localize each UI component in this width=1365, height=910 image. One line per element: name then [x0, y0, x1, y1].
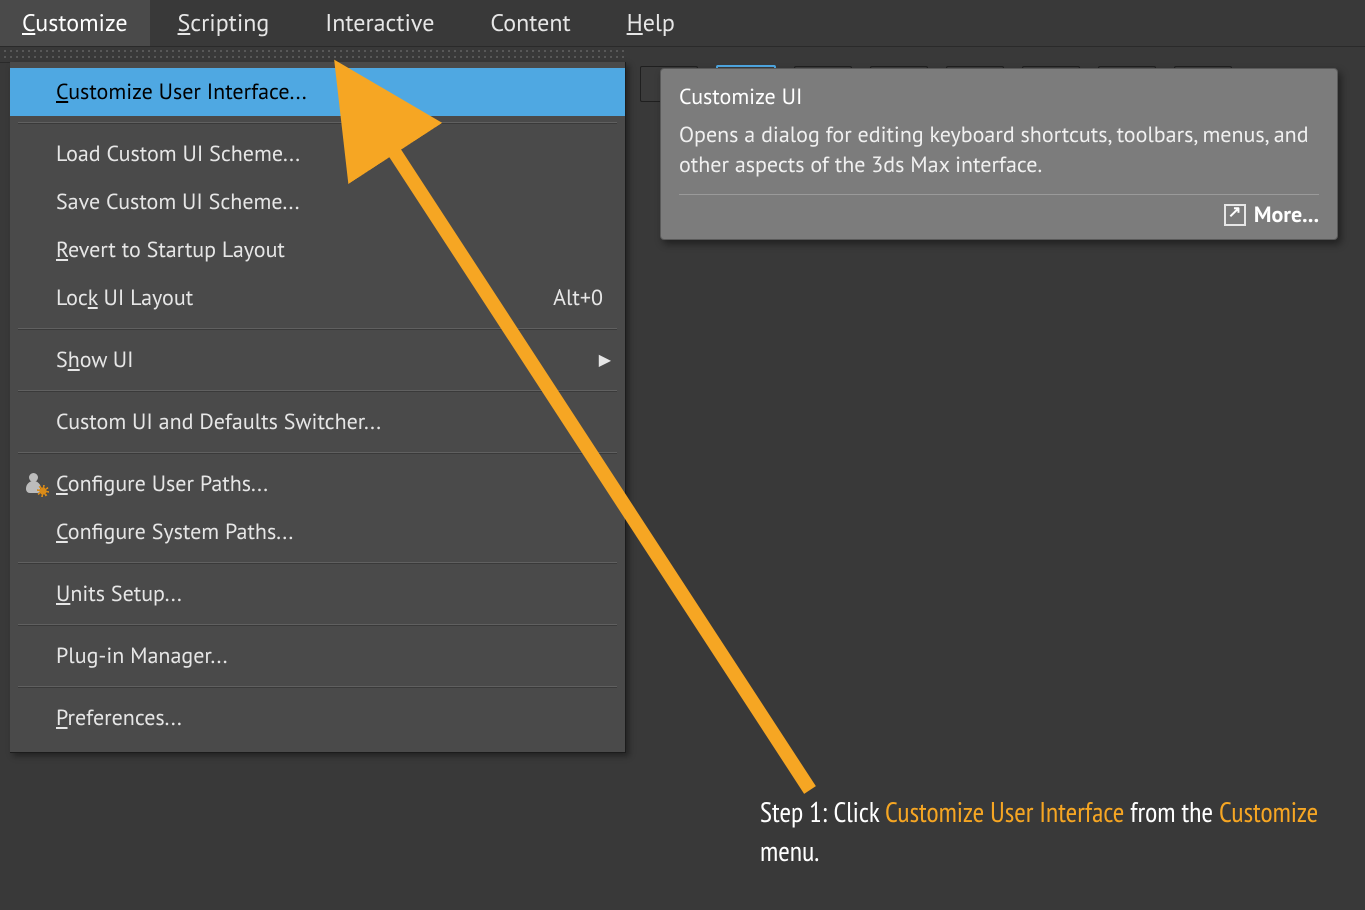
- stats-tris-b: 0: [973, 362, 1011, 396]
- stats-verts-a: 0: [868, 396, 974, 430]
- stats-tris-a: 0: [868, 362, 974, 396]
- toolbar-grip[interactable]: [0, 46, 625, 63]
- menu-item[interactable]: Configure User Paths...: [10, 460, 625, 508]
- menu-separator: [18, 624, 617, 626]
- menu-item-label: Load Custom UI Scheme...: [56, 140, 611, 168]
- customize-dropdown-menu: Customize User Interface... Load Custom U…: [10, 62, 626, 753]
- menu-separator: [18, 328, 617, 330]
- menu-item-label: Configure User Paths...: [56, 470, 611, 498]
- menu-item-label: Preferences...: [56, 704, 611, 732]
- menu-item-label: Revert to Startup Layout: [56, 236, 611, 264]
- viewport-statistics: Total Polys: 0 0 Tris: 0 0 Verts: 0 0 FP…: [782, 292, 1012, 494]
- stats-polys-a: 0: [868, 328, 974, 362]
- stats-total-label: Total: [868, 292, 974, 328]
- menu-interactive[interactable]: Interactive: [297, 0, 462, 46]
- stats-verts-b: 0: [973, 396, 1011, 430]
- tooltip-more-link[interactable]: More...: [1254, 201, 1319, 229]
- menu-item[interactable]: Show UI▶: [10, 336, 625, 384]
- menu-item[interactable]: Custom UI and Defaults Switcher...: [10, 398, 625, 446]
- stats-fps-value: 183.767: [868, 460, 974, 494]
- menu-item[interactable]: Customize User Interface...: [10, 68, 625, 116]
- menu-item-label: Customize User Interface...: [56, 78, 611, 106]
- menu-item[interactable]: Units Setup...: [10, 570, 625, 618]
- menu-bar: Customize Scripting Interactive Content …: [0, 0, 1365, 47]
- menu-item[interactable]: Plug-in Manager...: [10, 632, 625, 680]
- menu-separator: [18, 122, 617, 124]
- menu-item[interactable]: Lock UI LayoutAlt+0: [10, 274, 625, 322]
- annotation-caption: Step 1: Click Customize User Interface f…: [760, 792, 1340, 870]
- menu-item-label: Plug-in Manager...: [56, 642, 611, 670]
- menu-item[interactable]: Load Custom UI Scheme...: [10, 130, 625, 178]
- caption-prefix: Step 1: Click: [760, 793, 885, 830]
- tooltip-customize-ui: Customize UI Opens a dialog for editing …: [660, 68, 1338, 240]
- menu-item[interactable]: Revert to Startup Layout: [10, 226, 625, 274]
- menu-separator: [18, 686, 617, 688]
- tooltip-title: Customize UI: [679, 83, 1319, 111]
- menu-help[interactable]: Help: [599, 0, 703, 46]
- menu-item-shortcut: Alt+0: [553, 284, 603, 312]
- external-link-icon: [1224, 204, 1246, 226]
- menu-item-label: Custom UI and Defaults Switcher...: [56, 408, 611, 436]
- stats-polys-label: Polys:: [782, 328, 868, 362]
- tooltip-body: Opens a dialog for editing keyboard shor…: [679, 121, 1319, 180]
- menu-item-label: Show UI: [56, 346, 599, 374]
- menu-item-label: Configure System Paths...: [56, 518, 611, 546]
- caption-suffix: menu.: [760, 832, 819, 869]
- menu-content[interactable]: Content: [462, 0, 598, 46]
- menu-item-label: Lock UI Layout: [56, 284, 553, 312]
- menu-item[interactable]: Configure System Paths...: [10, 508, 625, 556]
- menu-separator: [18, 452, 617, 454]
- menu-item-label: Save Custom UI Scheme...: [56, 188, 611, 216]
- menu-customize[interactable]: Customize: [0, 0, 150, 46]
- user-paths-icon: [16, 472, 56, 496]
- stats-tris-label: Tris:: [782, 362, 868, 396]
- caption-highlight-2: Customize: [1219, 793, 1318, 830]
- menu-item-label: Units Setup...: [56, 580, 611, 608]
- stats-polys-b: 0: [973, 328, 1011, 362]
- menu-separator: [18, 562, 617, 564]
- perspective-viewport[interactable]: [ + ] [ Perspective ] [ User Defined ] […: [760, 230, 1355, 720]
- viewcube-ring[interactable]: [620, 260, 744, 384]
- submenu-arrow-icon: ▶: [599, 350, 611, 370]
- caption-highlight-1: Customize User Interface: [885, 793, 1124, 830]
- menu-item[interactable]: Save Custom UI Scheme...: [10, 178, 625, 226]
- stats-fps-label: FPS:: [782, 460, 868, 494]
- menu-item[interactable]: Preferences...: [10, 694, 625, 742]
- menu-scripting[interactable]: Scripting: [150, 0, 298, 46]
- stats-verts-label: Verts:: [782, 396, 868, 430]
- caption-mid: from the: [1124, 793, 1219, 830]
- menu-separator: [18, 390, 617, 392]
